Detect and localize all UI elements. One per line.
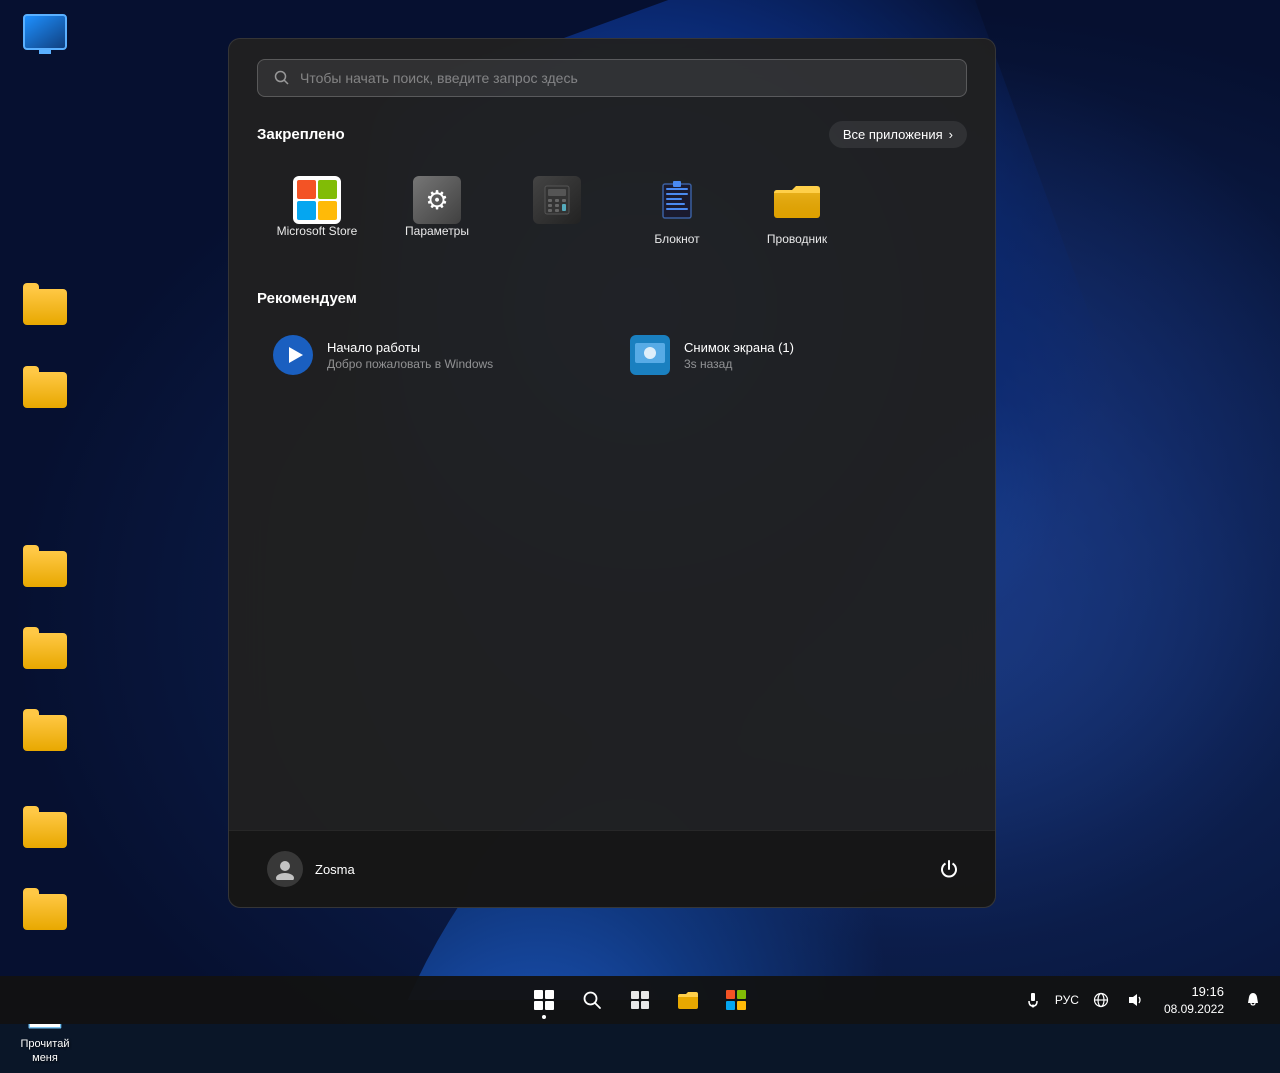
taskbar-search-button[interactable] xyxy=(570,978,614,1022)
screenshot-info: Снимок экрана (1) 3s назад xyxy=(684,340,794,371)
notepad-label: Блокнот xyxy=(654,232,699,246)
pinned-app-calculator[interactable] xyxy=(497,164,617,258)
settings-label: Параметры xyxy=(405,224,469,238)
pinned-app-notepad[interactable]: Блокнот xyxy=(617,164,737,258)
search-icon xyxy=(274,70,290,86)
taskbar-files-button[interactable] xyxy=(666,978,710,1022)
pinned-section-header: Закреплено Все приложения › xyxy=(257,121,967,148)
getting-started-icon xyxy=(273,335,313,375)
usb-tray-icon[interactable] xyxy=(1018,985,1048,1015)
search-placeholder-text: Чтобы начать поиск, введите запрос здесь xyxy=(300,70,950,86)
pinned-apps-grid: Microsoft Store ⚙ Параметры xyxy=(257,164,967,258)
taskbar: РУС 19:16 08.09.2022 xyxy=(0,976,1280,1024)
explorer-label: Проводник xyxy=(767,232,827,246)
taskbar-right: РУС 19:16 08.09.2022 xyxy=(1018,979,1268,1022)
taskbar-files-icon xyxy=(677,989,699,1011)
clock-date: 08.09.2022 xyxy=(1164,1001,1224,1018)
pinned-app-ms-store[interactable]: Microsoft Store xyxy=(257,164,377,258)
clock-area[interactable]: 19:16 08.09.2022 xyxy=(1158,979,1230,1022)
recommended-title: Рекомендуем xyxy=(257,290,357,307)
poisk-icon xyxy=(21,627,69,675)
taskbar-center xyxy=(522,978,758,1022)
recommended-screenshot[interactable]: Снимок экрана (1) 3s назад xyxy=(614,323,967,387)
getting-started-info: Начало работы Добро пожаловать в Windows xyxy=(327,340,493,371)
start-menu-footer: Zosma xyxy=(229,830,995,907)
getting-started-subtitle: Добро пожаловать в Windows xyxy=(327,357,493,371)
startback-icon xyxy=(21,709,69,757)
notification-tray-icon[interactable] xyxy=(1238,985,1268,1015)
web-icon xyxy=(21,806,69,854)
language-tray[interactable]: РУС xyxy=(1052,985,1082,1015)
power-button[interactable] xyxy=(931,851,967,887)
all-apps-button[interactable]: Все приложения › xyxy=(829,121,967,148)
ms-store-icon xyxy=(293,176,341,224)
system-tray: РУС xyxy=(1018,985,1150,1015)
globe-tray-icon[interactable] xyxy=(1086,985,1116,1015)
start-search-bar[interactable]: Чтобы начать поиск, введите запрос здесь xyxy=(257,59,967,97)
widgets-icon xyxy=(629,989,651,1011)
calculator-icon xyxy=(533,176,581,224)
readme-label: Прочитайменя xyxy=(21,1037,70,1066)
screenshot-subtitle: 3s назад xyxy=(684,357,794,371)
start-menu-content: Чтобы начать поиск, введите запрос здесь… xyxy=(229,39,995,830)
old-calculator-icon xyxy=(21,545,69,593)
start-menu: Чтобы начать поиск, введите запрос здесь… xyxy=(228,38,996,908)
recommended-header: Рекомендуем xyxy=(257,290,967,307)
taskbar-store-button[interactable] xyxy=(714,978,758,1022)
screenshot-icon xyxy=(630,335,670,375)
user-name-label: Zosma xyxy=(315,862,355,877)
explorer-icon xyxy=(773,176,821,224)
m-visual-icon xyxy=(21,366,69,414)
recommended-section: Рекомендуем Начало работы Добро пожалова… xyxy=(257,290,967,810)
settings-icon: ⚙ xyxy=(413,176,461,224)
monitor-icon xyxy=(21,8,69,56)
screenshot-name: Снимок экрана (1) xyxy=(684,340,794,355)
user-profile-button[interactable]: Zosma xyxy=(257,845,365,893)
getting-started-name: Начало работы xyxy=(327,340,493,355)
language-label: РУС xyxy=(1055,993,1079,1007)
windows-privacy-icon xyxy=(21,888,69,936)
recommended-getting-started[interactable]: Начало работы Добро пожаловать в Windows xyxy=(257,323,610,387)
chevron-right-icon: › xyxy=(949,127,953,142)
notepad-icon xyxy=(653,176,701,224)
volume-tray-icon[interactable] xyxy=(1120,985,1150,1015)
taskbar-store-icon xyxy=(726,990,746,1010)
ms-store-label: Microsoft Store xyxy=(277,224,358,238)
pinned-app-explorer[interactable]: Проводник xyxy=(737,164,857,258)
all-apps-label: Все приложения xyxy=(843,127,943,142)
windows-logo-icon xyxy=(534,990,554,1010)
recommended-grid: Начало работы Добро пожаловать в Windows… xyxy=(257,323,967,387)
activation-folder-icon xyxy=(21,283,69,331)
clock-time: 19:16 xyxy=(1191,983,1224,1001)
taskbar-start-button[interactable] xyxy=(522,978,566,1022)
taskbar-widgets-button[interactable] xyxy=(618,978,662,1022)
pinned-app-settings[interactable]: ⚙ Параметры xyxy=(377,164,497,258)
taskbar-search-icon xyxy=(582,990,602,1010)
pinned-title: Закреплено xyxy=(257,126,345,143)
user-avatar xyxy=(267,851,303,887)
